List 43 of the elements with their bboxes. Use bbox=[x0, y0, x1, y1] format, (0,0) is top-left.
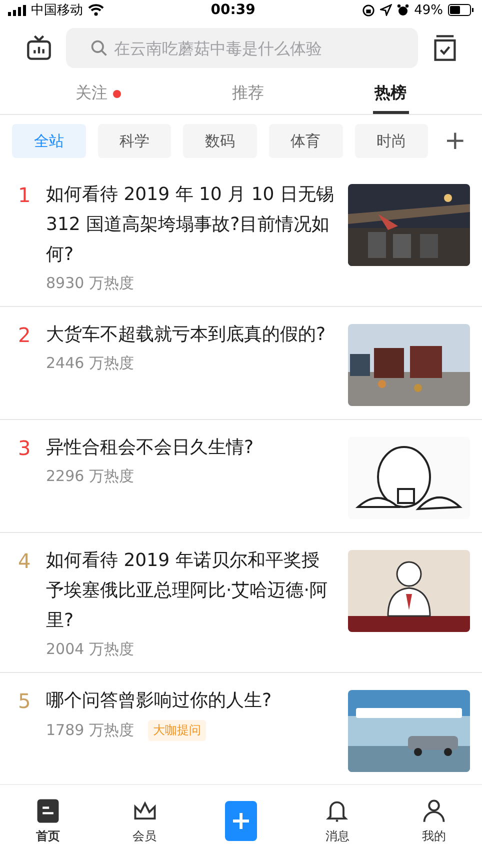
rank-number: 2 bbox=[18, 322, 32, 347]
location-icon bbox=[380, 4, 392, 16]
heat-count: 2446 万热度 bbox=[46, 354, 134, 373]
heat-count: 2004 万热度 bbox=[46, 640, 134, 659]
rotation-lock-icon bbox=[362, 4, 376, 16]
battery-icon bbox=[448, 4, 474, 16]
heat-count: 8930 万热度 bbox=[46, 274, 134, 293]
heat-count: 2296 万热度 bbox=[46, 467, 134, 486]
add-category-button[interactable]: + bbox=[440, 128, 470, 154]
rank-number: 4 bbox=[18, 548, 32, 573]
nav-item[interactable]: 首页 bbox=[13, 798, 84, 844]
rank-number: 1 bbox=[18, 182, 32, 207]
plus-icon bbox=[230, 811, 251, 831]
tv-icon[interactable] bbox=[26, 35, 52, 61]
nav-item[interactable]: 消息 bbox=[302, 798, 372, 844]
add-button[interactable] bbox=[224, 801, 257, 841]
checklist-icon[interactable] bbox=[432, 34, 458, 62]
wifi-icon bbox=[88, 4, 104, 16]
clock-time: 00:39 bbox=[210, 2, 256, 18]
question-title[interactable]: 哪个问答曾影响过你的人生? bbox=[46, 686, 336, 716]
nav-item[interactable]: 会员 bbox=[110, 798, 180, 844]
rank-number: 3 bbox=[18, 435, 32, 460]
rank-number: 5 bbox=[18, 688, 32, 713]
category-chip[interactable]: 科学 bbox=[98, 124, 172, 158]
carrier-name: 中国移动 bbox=[31, 2, 83, 19]
alarm-icon bbox=[397, 4, 410, 16]
question-title[interactable]: 如何看待 2019 年 10 月 10 日无锡 312 国道高架垮塌事故?目前情况如何? bbox=[46, 180, 336, 270]
nav-item[interactable]: 我的 bbox=[398, 798, 469, 844]
home-icon bbox=[35, 798, 62, 824]
tab[interactable]: 热榜 bbox=[372, 76, 409, 114]
question-title[interactable]: 如何看待 2019 年诺贝尔和平奖授予埃塞俄比亚总理阿比·艾哈迈德·阿里? bbox=[46, 546, 336, 636]
search-icon bbox=[90, 39, 108, 57]
profile-icon bbox=[420, 798, 447, 824]
category-chip[interactable]: 时尚 bbox=[354, 124, 428, 158]
signal-icon bbox=[8, 4, 26, 16]
battery-percentage: 49% bbox=[414, 2, 443, 18]
question-title[interactable]: 大货车不超载就亏本到底真的假的? bbox=[46, 320, 336, 350]
question-tag: 大咖提问 bbox=[148, 720, 206, 741]
question-title[interactable]: 异性合租会不会日久生情? bbox=[46, 433, 336, 463]
heat-count: 1789 万热度 bbox=[46, 721, 134, 740]
search-field[interactable]: 在云南吃蘑菇中毒是什么体验 bbox=[66, 28, 418, 68]
category-chip[interactable]: 数码 bbox=[183, 124, 257, 158]
category-chip[interactable]: 体育 bbox=[268, 124, 343, 158]
